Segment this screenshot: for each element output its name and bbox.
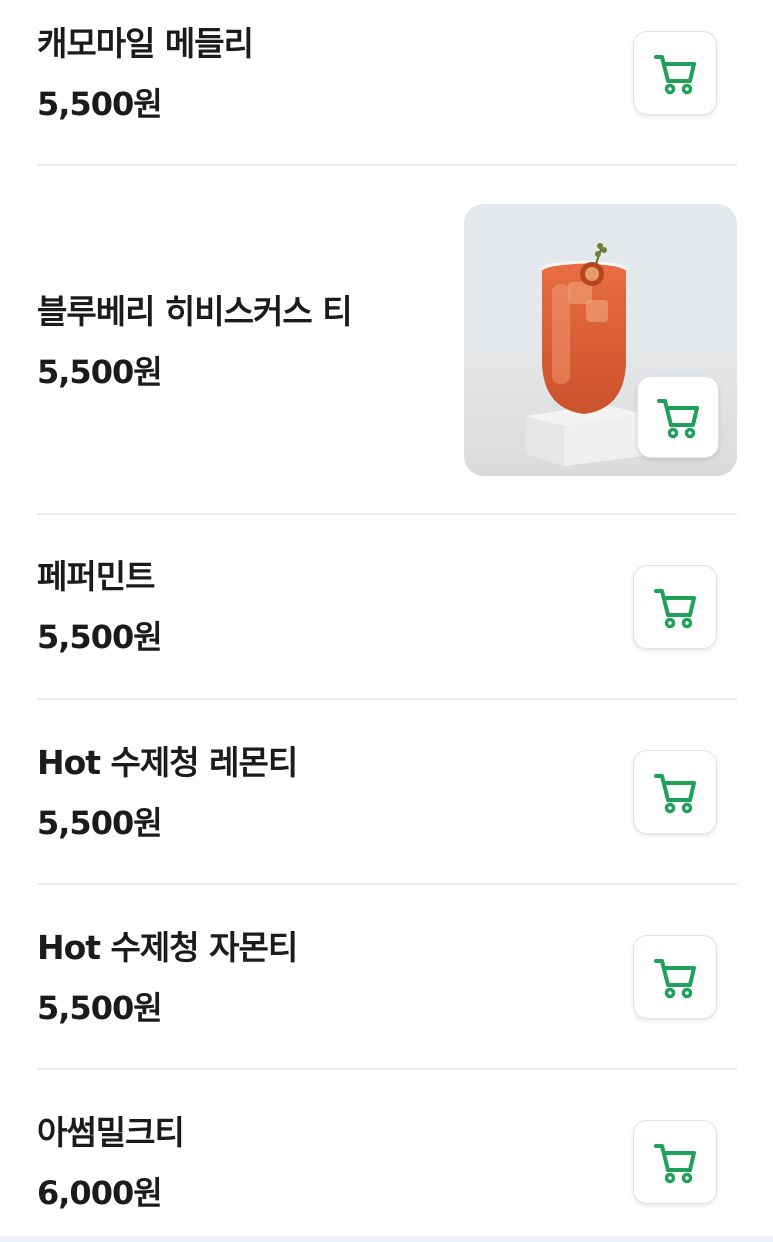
item-name: 페퍼민트: [37, 557, 155, 596]
add-to-cart-button[interactable]: [637, 376, 719, 458]
cart-icon: [654, 1144, 696, 1184]
add-to-cart-button[interactable]: [633, 1120, 717, 1204]
menu-item[interactable]: 블루베리 히비스커스 티 5,500원: [37, 166, 737, 515]
item-price: 5,500원: [37, 618, 163, 656]
add-to-cart-button[interactable]: [633, 31, 717, 115]
cart-icon: [654, 55, 696, 95]
bottom-divider: [0, 1236, 773, 1242]
menu-item[interactable]: Hot 수제청 레몬티 5,500원: [37, 700, 737, 885]
cart-icon: [654, 589, 696, 629]
item-price: 5,500원: [37, 989, 163, 1027]
menu-item[interactable]: 아썸밀크티 6,000원: [37, 1070, 737, 1240]
item-name: 블루베리 히비스커스 티: [37, 292, 353, 331]
item-name: 캐모마일 메들리: [37, 24, 254, 63]
add-to-cart-button[interactable]: [633, 935, 717, 1019]
cart-icon: [654, 774, 696, 814]
menu-item[interactable]: Hot 수제청 자몬티 5,500원: [37, 885, 737, 1070]
menu-list: 캐모마일 메들리 5,500원 블루베리 히비스커스 티 5,500원 페퍼민트…: [37, 0, 737, 1240]
menu-item[interactable]: 페퍼민트 5,500원: [37, 515, 737, 700]
cart-icon: [654, 959, 696, 999]
item-price: 5,500원: [37, 804, 163, 842]
item-name: 아썸밀크티: [37, 1113, 185, 1152]
product-image[interactable]: [464, 204, 737, 476]
cart-icon: [657, 399, 699, 439]
add-to-cart-button[interactable]: [633, 750, 717, 834]
item-name: Hot 수제청 레몬티: [37, 743, 298, 782]
item-price: 5,500원: [37, 85, 163, 123]
item-name: Hot 수제청 자몬티: [37, 928, 298, 967]
add-to-cart-button[interactable]: [633, 565, 717, 649]
menu-item[interactable]: 캐모마일 메들리 5,500원: [37, 0, 737, 166]
item-price: 5,500원: [37, 353, 163, 391]
item-price: 6,000원: [37, 1174, 163, 1212]
